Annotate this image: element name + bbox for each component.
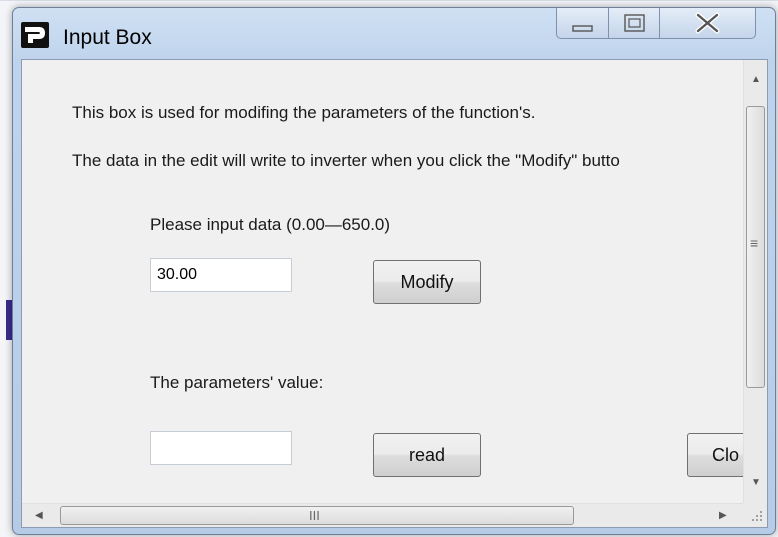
parameter-value-field[interactable] bbox=[150, 431, 292, 465]
dialog-client-area: This box is used for modifing the parame… bbox=[21, 59, 768, 528]
horizontal-scroll-thumb[interactable]: III bbox=[60, 506, 574, 525]
minimize-icon bbox=[572, 25, 593, 32]
modify-button[interactable]: Modify bbox=[373, 260, 481, 304]
vertical-grip-icon: ≡ bbox=[750, 235, 759, 251]
vertical-scrollbar[interactable]: ▲ ≡ ▼ bbox=[743, 60, 767, 503]
parameter-input[interactable] bbox=[150, 258, 292, 292]
scroll-up-arrow-icon[interactable]: ▲ bbox=[751, 75, 761, 85]
info-text-line2: The data in the edit will write to inver… bbox=[72, 151, 620, 170]
input-range-label: Please input data (0.00—650.0) bbox=[150, 215, 391, 234]
scroll-right-arrow-icon[interactable]: ▶ bbox=[719, 511, 727, 521]
maximize-icon bbox=[624, 14, 645, 32]
close-button[interactable]: Clo bbox=[687, 433, 743, 477]
scroll-left-arrow-icon[interactable]: ◀ bbox=[35, 511, 43, 521]
app-icon bbox=[21, 22, 49, 48]
scroll-down-arrow-icon[interactable]: ▼ bbox=[751, 478, 761, 488]
parameter-value-label: The parameters' value: bbox=[150, 373, 324, 392]
vertical-scroll-thumb[interactable]: ≡ bbox=[746, 106, 765, 388]
dialog-content: This box is used for modifing the parame… bbox=[22, 60, 743, 503]
read-button[interactable]: read bbox=[373, 433, 481, 477]
window-title: Input Box bbox=[63, 26, 152, 49]
maximize-button[interactable] bbox=[608, 8, 661, 39]
horizontal-scrollbar[interactable]: ◀ III ▶ bbox=[22, 503, 743, 527]
minimize-button[interactable] bbox=[556, 8, 610, 39]
title-bar[interactable]: Input Box bbox=[13, 8, 775, 60]
horizontal-grip-icon: III bbox=[309, 508, 320, 523]
close-icon bbox=[695, 12, 720, 34]
close-window-button[interactable] bbox=[659, 8, 756, 39]
input-box-window: Input Box This box is used for modifing … bbox=[12, 7, 776, 535]
info-text-line1: This box is used for modifing the parame… bbox=[72, 103, 536, 122]
resize-grip-icon[interactable] bbox=[743, 503, 767, 527]
